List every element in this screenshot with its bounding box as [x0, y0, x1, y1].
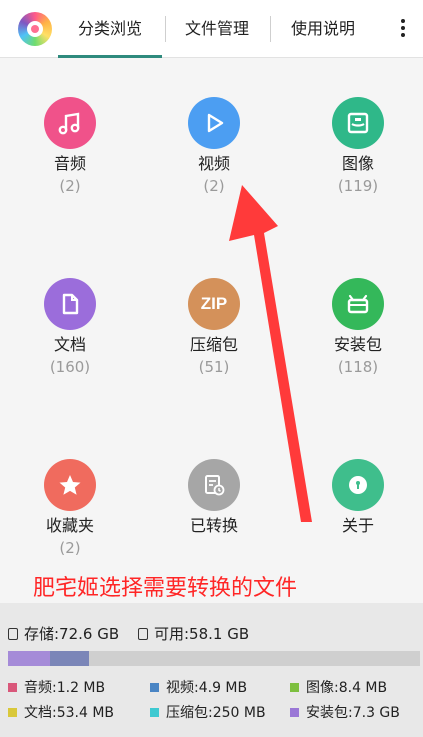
legend-apk: 安装包:7.3 GB [290, 702, 400, 722]
storage-free: 可用:58.1 GB [138, 623, 249, 644]
storage-icon [8, 627, 18, 640]
storage-total-text: 存储:72.6 GB [24, 625, 120, 643]
legend-audio: 音频:1.2 MB [8, 677, 105, 697]
usage-segment-other [50, 651, 89, 666]
storage-panel: 存储:72.6 GB 可用:58.1 GB 音频:1.2 MB 视频:4.9 M… [0, 603, 423, 737]
legend-archive: 压缩包:250 MB [150, 702, 266, 722]
storage-usage-bar [8, 651, 420, 666]
annotation-text: 肥宅姬选择需要转换的文件 [33, 576, 298, 601]
usage-segment-apk [8, 651, 50, 666]
legend-video: 视频:4.9 MB [150, 677, 247, 697]
storage-total: 存储:72.6 GB [8, 623, 119, 644]
storage-free-text: 可用:58.1 GB [154, 625, 250, 643]
sd-card-icon [138, 627, 148, 640]
legend-document: 文档:53.4 MB [8, 702, 114, 722]
legend-image: 图像:8.4 MB [290, 677, 387, 697]
